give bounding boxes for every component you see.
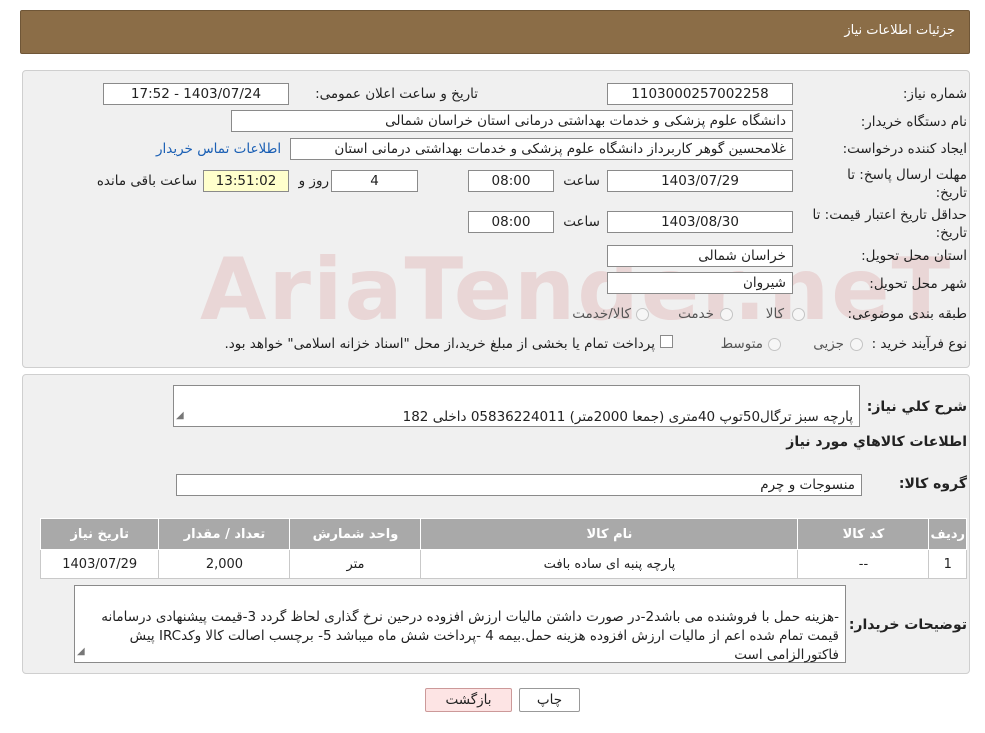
category-label: طبقه بندی موضوعی: xyxy=(847,306,967,322)
reply-time-label: ساعت xyxy=(563,173,600,189)
process-label: نوع فرآیند خرید : xyxy=(871,336,967,352)
requester-label: ایجاد کننده درخواست: xyxy=(842,141,967,157)
buyer-org-label: نام دستگاه خریدار: xyxy=(860,114,967,130)
price-validity-time-label: ساعت xyxy=(563,214,600,230)
cell-quantity: 2,000 xyxy=(158,549,291,579)
announce-field: 1403/07/24 - 17:52 xyxy=(103,83,289,105)
summary-text: پارچه سبز ترگال50توپ 40متری (جمعا 2000مت… xyxy=(402,409,853,425)
print-button[interactable]: چاپ xyxy=(519,688,580,712)
back-button[interactable]: بازگشت xyxy=(425,688,512,712)
reply-date-field: 1403/07/29 xyxy=(607,170,793,192)
category-option-goods: کالا xyxy=(765,306,784,322)
items-table-header: ردیف کد کالا نام کالا واحد شمارش تعداد /… xyxy=(39,518,967,550)
process-radio-medium[interactable] xyxy=(768,338,781,351)
city-label: شهر محل تحویل: xyxy=(869,276,967,292)
need-number-label: شماره نیاز: xyxy=(902,86,967,102)
col-row-number: ردیف xyxy=(928,518,967,550)
page-title: جزئیات اطلاعات نیاز xyxy=(844,23,955,38)
process-option-medium: متوسط xyxy=(720,336,763,352)
table-row: 1 -- پارچه پنبه ای ساده بافت متر 2,000 1… xyxy=(39,549,967,579)
category-radio-both[interactable] xyxy=(636,308,649,321)
page-header: جزئیات اطلاعات نیاز xyxy=(20,10,970,54)
process-radio-minor[interactable] xyxy=(850,338,863,351)
price-validity-date-field: 1403/08/30 xyxy=(607,211,793,233)
category-option-service: خدمت xyxy=(678,306,714,322)
goods-group-field: منسوجات و چرم xyxy=(176,474,862,496)
category-radio-goods[interactable] xyxy=(792,308,805,321)
category-option-both: کالا/خدمت xyxy=(572,306,631,322)
city-field: شیروان xyxy=(607,272,793,294)
buyer-notes-textarea[interactable]: -هزینه حمل با فروشنده می باشد2-در صورت د… xyxy=(74,585,846,663)
cell-item-name: پارچه پنبه ای ساده بافت xyxy=(420,549,799,579)
price-validity-time-field: 08:00 xyxy=(468,211,554,233)
summary-label: شرح کلي نياز: xyxy=(866,399,967,415)
buyer-notes-text: -هزینه حمل با فروشنده می باشد2-در صورت د… xyxy=(101,609,839,663)
resize-grip-icon[interactable]: ◢ xyxy=(176,406,184,425)
province-field: خراسان شمالی xyxy=(607,245,793,267)
items-section-title: اطلاعات کالاهاي مورد نياز xyxy=(786,434,967,450)
reply-deadline-label: مهلت ارسال پاسخ: تا تاریخ: xyxy=(847,167,967,201)
col-unit: واحد شمارش xyxy=(289,518,422,550)
cell-need-date: 1403/07/29 xyxy=(39,549,160,579)
cell-item-code: -- xyxy=(797,549,930,579)
remaining-time-field: 13:51:02 xyxy=(203,170,289,192)
cell-row-number: 1 xyxy=(928,549,967,579)
price-validity-label: حداقل تاریخ اعتبار قیمت: تا تاریخ: xyxy=(812,207,967,241)
province-label: استان محل تحویل: xyxy=(861,248,967,264)
need-number-field: 1103000257002258 xyxy=(607,83,793,105)
category-radio-service[interactable] xyxy=(720,308,733,321)
requester-field: غلامحسین گوهر کاربرداز دانشگاه علوم پزشک… xyxy=(290,138,793,160)
cell-unit: متر xyxy=(289,549,422,579)
col-need-date: تاریخ نیاز xyxy=(39,518,160,550)
days-field: 4 xyxy=(331,170,418,192)
buyer-notes-label: توضیحات خریدار: xyxy=(848,617,967,633)
remaining-label: ساعت باقی مانده xyxy=(96,173,197,189)
buyer-org-field: دانشگاه علوم پزشکی و خدمات بهداشتی درمان… xyxy=(231,110,793,132)
col-item-code: کد کالا xyxy=(797,518,930,550)
days-label: روز و xyxy=(298,173,329,189)
treasury-note: پرداخت تمام یا بخشی از مبلغ خرید،از محل … xyxy=(224,336,655,352)
reply-time-field: 08:00 xyxy=(468,170,554,192)
buyer-contact-link[interactable]: اطلاعات تماس خریدار xyxy=(156,141,281,157)
goods-group-label: گروه کالا: xyxy=(898,476,967,492)
announce-label: تاریخ و ساعت اعلان عمومی: xyxy=(315,86,478,102)
items-table: ردیف کد کالا نام کالا واحد شمارش تعداد /… xyxy=(39,518,967,579)
col-quantity: تعداد / مقدار xyxy=(158,518,291,550)
summary-textarea[interactable]: پارچه سبز ترگال50توپ 40متری (جمعا 2000مت… xyxy=(173,385,860,427)
col-item-name: نام کالا xyxy=(420,518,799,550)
resize-grip-icon[interactable]: ◢ xyxy=(77,642,85,661)
process-option-minor: جزیی xyxy=(813,336,844,352)
treasury-checkbox[interactable] xyxy=(660,335,673,348)
